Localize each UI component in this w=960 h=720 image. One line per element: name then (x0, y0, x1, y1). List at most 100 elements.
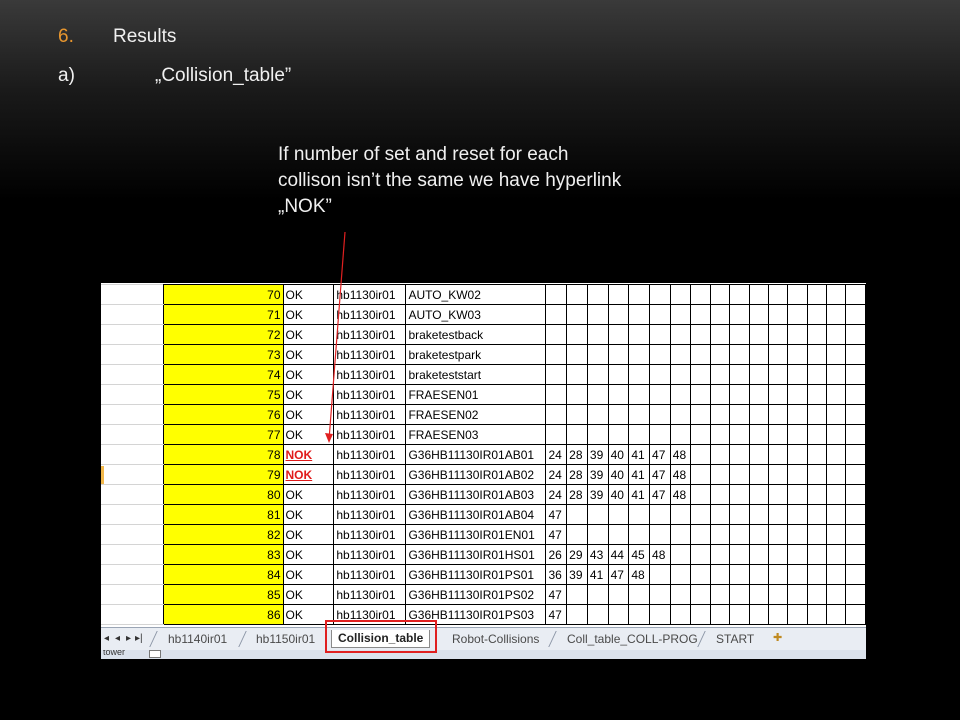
empty-cell[interactable] (767, 444, 789, 465)
empty-cell[interactable] (787, 364, 808, 385)
empty-cell[interactable] (767, 504, 789, 525)
empty-cell[interactable] (826, 404, 847, 425)
empty-cell[interactable] (566, 584, 588, 605)
row-header-cell[interactable] (101, 544, 164, 565)
nok-hyperlink[interactable]: NOK (282, 444, 335, 465)
empty-cell[interactable] (607, 304, 630, 325)
collision-number-cell[interactable]: 72 (162, 324, 284, 345)
empty-cell[interactable] (845, 364, 866, 385)
empty-cell[interactable] (586, 424, 609, 445)
empty-cell[interactable] (826, 364, 847, 385)
collision-number-cell[interactable]: 73 (162, 344, 284, 365)
robot-cell[interactable]: hb1130ir01 (333, 384, 407, 405)
tab-start[interactable]: START (710, 631, 760, 647)
empty-cell[interactable] (690, 524, 711, 545)
empty-cell[interactable] (767, 284, 789, 305)
insert-sheet-icon[interactable]: ✚ (773, 631, 789, 645)
empty-cell[interactable] (709, 464, 731, 485)
program-name-cell[interactable]: G36HB11130IR01HS01 (405, 544, 547, 565)
empty-cell[interactable] (787, 524, 808, 545)
robot-cell[interactable]: hb1130ir01 (333, 464, 407, 485)
robot-cell[interactable]: hb1130ir01 (333, 584, 407, 605)
prev-sheet-icon[interactable]: ◂ (115, 633, 120, 644)
empty-cell[interactable] (767, 544, 789, 565)
program-name-cell[interactable]: FRAESEN02 (405, 404, 547, 425)
empty-cell[interactable] (748, 504, 769, 525)
empty-cell[interactable] (607, 344, 630, 365)
empty-cell[interactable] (709, 364, 731, 385)
status-cell[interactable]: OK (282, 544, 335, 565)
empty-cell[interactable] (690, 484, 711, 505)
empty-cell[interactable] (690, 444, 711, 465)
value-cell[interactable]: 39 (586, 484, 609, 505)
empty-cell[interactable] (545, 344, 568, 365)
status-cell[interactable]: OK (282, 484, 335, 505)
empty-cell[interactable] (826, 444, 847, 465)
empty-cell[interactable] (669, 524, 692, 545)
empty-cell[interactable] (787, 604, 808, 625)
empty-cell[interactable] (607, 404, 630, 425)
value-cell[interactable]: 26 (545, 544, 568, 565)
empty-cell[interactable] (669, 304, 692, 325)
program-name-cell[interactable]: G36HB11130IR01AB01 (405, 444, 547, 465)
empty-cell[interactable] (845, 584, 866, 605)
status-cell[interactable]: OK (282, 304, 335, 325)
empty-cell[interactable] (545, 364, 568, 385)
empty-cell[interactable] (845, 324, 866, 345)
empty-cell[interactable] (566, 384, 588, 405)
row-header-cell[interactable] (101, 444, 164, 465)
empty-cell[interactable] (649, 364, 671, 385)
row-header-cell[interactable] (101, 604, 164, 625)
empty-cell[interactable] (806, 424, 828, 445)
empty-cell[interactable] (845, 464, 866, 485)
empty-cell[interactable] (787, 404, 808, 425)
value-cell[interactable]: 41 (628, 444, 651, 465)
empty-cell[interactable] (649, 524, 671, 545)
empty-cell[interactable] (545, 404, 568, 425)
empty-cell[interactable] (748, 364, 769, 385)
empty-cell[interactable] (767, 524, 789, 545)
empty-cell[interactable] (748, 344, 769, 365)
empty-cell[interactable] (767, 464, 789, 485)
row-header-cell[interactable] (101, 404, 164, 425)
empty-cell[interactable] (586, 324, 609, 345)
empty-cell[interactable] (845, 604, 866, 625)
empty-cell[interactable] (787, 324, 808, 345)
collision-number-cell[interactable]: 74 (162, 364, 284, 385)
empty-cell[interactable] (787, 344, 808, 365)
empty-cell[interactable] (826, 584, 847, 605)
empty-cell[interactable] (709, 404, 731, 425)
robot-cell[interactable]: hb1130ir01 (333, 484, 407, 505)
empty-cell[interactable] (709, 544, 731, 565)
empty-cell[interactable] (748, 484, 769, 505)
empty-cell[interactable] (806, 524, 828, 545)
empty-cell[interactable] (628, 504, 651, 525)
empty-cell[interactable] (628, 404, 651, 425)
empty-cell[interactable] (649, 604, 671, 625)
empty-cell[interactable] (729, 384, 750, 405)
empty-cell[interactable] (806, 364, 828, 385)
value-cell[interactable]: 24 (545, 444, 568, 465)
collision-number-cell[interactable]: 85 (162, 584, 284, 605)
empty-cell[interactable] (566, 604, 588, 625)
empty-cell[interactable] (649, 384, 671, 405)
robot-cell[interactable]: hb1130ir01 (333, 324, 407, 345)
status-cell[interactable]: OK (282, 564, 335, 585)
status-cell[interactable]: OK (282, 384, 335, 405)
value-cell[interactable]: 47 (545, 604, 568, 625)
empty-cell[interactable] (729, 364, 750, 385)
empty-cell[interactable] (826, 384, 847, 405)
empty-cell[interactable] (729, 424, 750, 445)
empty-cell[interactable] (767, 364, 789, 385)
empty-cell[interactable] (806, 464, 828, 485)
value-cell[interactable]: 24 (545, 484, 568, 505)
empty-cell[interactable] (806, 384, 828, 405)
empty-cell[interactable] (826, 504, 847, 525)
status-cell[interactable]: OK (282, 324, 335, 345)
empty-cell[interactable] (586, 304, 609, 325)
empty-cell[interactable] (545, 324, 568, 345)
value-cell[interactable]: 39 (586, 444, 609, 465)
empty-cell[interactable] (826, 344, 847, 365)
tab-hb1140ir01[interactable]: hb1140ir01 (162, 631, 233, 647)
value-cell[interactable]: 43 (586, 544, 609, 565)
